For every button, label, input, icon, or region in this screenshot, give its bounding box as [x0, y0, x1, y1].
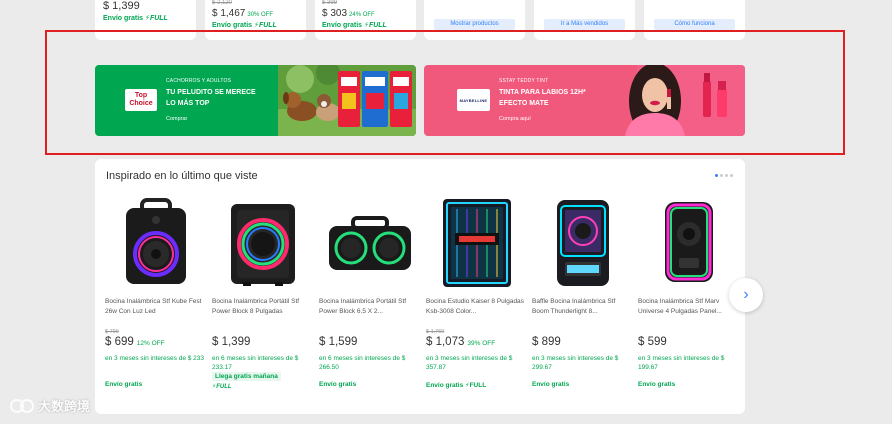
speaker-image[interactable]	[426, 197, 528, 289]
highlight-box	[45, 30, 845, 155]
product-card[interactable]: Bocina Inalámbrica Portátil Stf Power Bl…	[319, 197, 421, 397]
shipping-label: Envío gratis ⚡FULL	[426, 382, 487, 389]
product-title[interactable]: Bocina Estudio Kaiser 8 Pulgadas Ksb-300…	[426, 297, 528, 317]
carousel-next-button[interactable]: ›	[729, 278, 763, 312]
product-price: $ 303 24% OFF	[322, 8, 375, 19]
product-price: $ 1,467 30% OFF	[212, 8, 274, 19]
installments-label: en 3 meses sin intereses de $ 357.87	[426, 355, 513, 371]
product-price: $ 599	[638, 336, 667, 348]
watermark: 大数跨境	[10, 396, 90, 415]
discount-label: 24% OFF	[349, 12, 375, 18]
product-price: $ 1,399	[103, 0, 140, 12]
section-title: Inspirado en lo último que viste	[106, 170, 258, 182]
inspired-section: Inspirado en lo último que viste Bocina …	[95, 159, 745, 414]
speaker-image[interactable]	[638, 197, 740, 289]
watermark-logo-icon	[10, 398, 34, 413]
full-badge: ⚡FULL	[212, 384, 232, 390]
pagination-dot[interactable]	[730, 174, 733, 177]
product-title[interactable]: Baffle Bocina Inalámbrica Stf Boom Thund…	[532, 297, 634, 317]
product-price: $ 1,599	[319, 336, 358, 348]
old-price: $ 799	[105, 329, 119, 335]
discount-label: 12% OFF	[136, 340, 165, 347]
product-title[interactable]: Bocina Inalámbrica Stf Kube Fest 26w Con…	[105, 297, 207, 317]
full-badge: ⚡FULL	[364, 22, 387, 29]
installments-label: en 3 meses sin intereses de $ 299.67	[532, 355, 619, 371]
product-title[interactable]: Bocina Inalámbrica Portátil Stf Power Bl…	[319, 297, 421, 317]
delivery-badge: Llega gratis mañana	[212, 372, 281, 381]
pagination-dot[interactable]	[725, 174, 728, 177]
old-price: $ 1,760	[426, 329, 445, 335]
full-badge: ⚡FULL	[145, 15, 168, 22]
old-price: $ 2,120	[212, 0, 233, 6]
full-badge: ⚡FULL	[254, 22, 277, 29]
product-price: $ 1,399	[212, 336, 251, 348]
shipping-label: Envío gratis	[638, 381, 676, 388]
product-price: $ 699 12% OFF	[105, 336, 165, 348]
speaker-image[interactable]	[319, 197, 421, 289]
shipping-label: Envío gratis	[532, 381, 570, 388]
product-price: $ 899	[532, 336, 561, 348]
shipping-label: Envío gratis	[319, 381, 357, 388]
show-products-button[interactable]: Mostrar productos	[434, 19, 515, 30]
installments-label: en 6 meses sin intereses de $ 266.50	[319, 355, 406, 371]
installments-label: en 3 meses sin intereses de $ 233	[105, 355, 205, 362]
product-card[interactable]: Bocina Estudio Kaiser 8 Pulgadas Ksb-300…	[426, 197, 528, 397]
old-price: $ 399	[322, 0, 338, 6]
speaker-image[interactable]	[105, 197, 207, 289]
how-it-works-button[interactable]: Cómo funciona	[654, 19, 735, 30]
installments-label: en 3 meses sin intereses de $ 199.67	[638, 355, 725, 371]
discount-label: 30% OFF	[247, 12, 274, 18]
product-title[interactable]: Bocina Inalámbrica Portátil Stf Power Bl…	[212, 297, 314, 317]
product-card[interactable]: Bocina Inalámbrica Portátil Stf Power Bl…	[212, 197, 314, 397]
shipping-label: Envío gratis ⚡FULL	[103, 15, 168, 22]
product-card[interactable]: Bocina Inalámbrica Stf Marv Universe 4 P…	[638, 197, 740, 397]
installments-label: en 6 meses sin intereses de $ 233.17	[212, 355, 299, 371]
pagination-dot[interactable]	[720, 174, 723, 177]
carousel-pagination[interactable]	[715, 174, 733, 177]
watermark-text: 大数跨境	[38, 399, 91, 414]
chevron-right-icon: ›	[743, 286, 749, 303]
shipping-label: Envío gratis ⚡FULL	[212, 22, 277, 29]
discount-label: 39% OFF	[467, 340, 496, 347]
product-card[interactable]: Baffle Bocina Inalámbrica Stf Boom Thund…	[532, 197, 634, 397]
pagination-dot[interactable]	[715, 174, 718, 177]
product-card[interactable]: Bocina Inalámbrica Stf Kube Fest 26w Con…	[105, 197, 207, 397]
shipping-label: Envío gratis ⚡FULL	[322, 22, 387, 29]
product-price: $ 1,073 39% OFF	[426, 336, 496, 348]
best-sellers-button[interactable]: Ir a Más vendidos	[544, 19, 625, 30]
speaker-image[interactable]	[212, 197, 314, 289]
speaker-image[interactable]	[532, 197, 634, 289]
shipping-label: Envío gratis	[105, 381, 143, 388]
product-title[interactable]: Bocina Inalámbrica Stf Marv Universe 4 P…	[638, 297, 740, 317]
